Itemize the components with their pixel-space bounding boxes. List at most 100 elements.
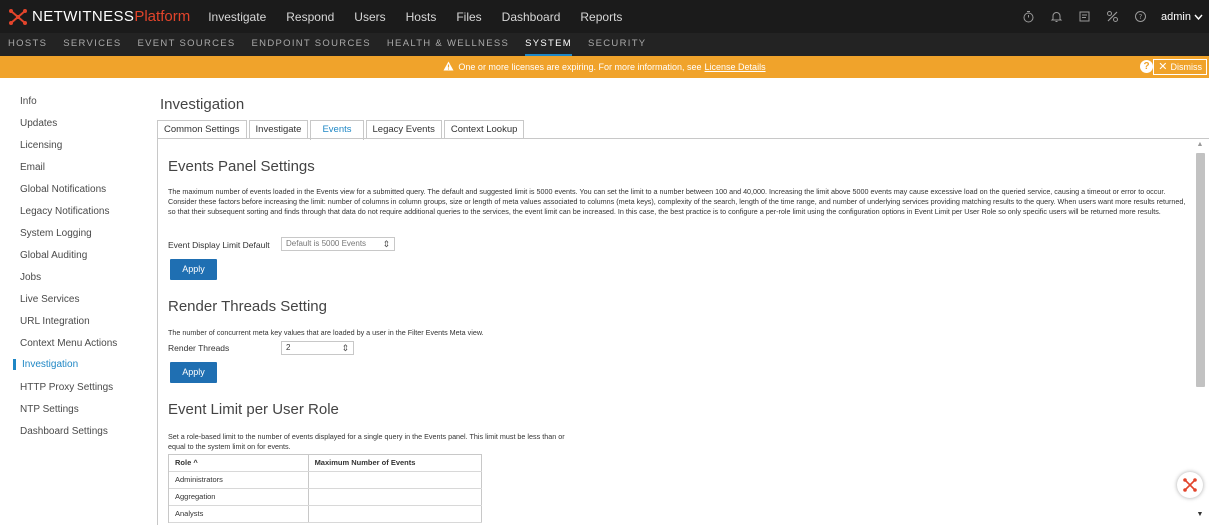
notes-icon[interactable] bbox=[1077, 10, 1091, 24]
events-tab-panel: Events Panel Settings The maximum number… bbox=[157, 138, 1209, 525]
sidebar-item-legacy-notifications[interactable]: Legacy Notifications bbox=[20, 206, 110, 217]
sidebar-item-investigation[interactable]: Investigation bbox=[13, 359, 78, 370]
event-limit-per-role-heading: Event Limit per User Role bbox=[168, 401, 339, 418]
user-menu[interactable]: admin bbox=[1161, 11, 1203, 23]
system-sidebar: Info Updates Licensing Email Global Noti… bbox=[0, 78, 145, 525]
settings-tabs: Common Settings Investigate Events Legac… bbox=[157, 120, 526, 140]
main-content: Investigation Common Settings Investigat… bbox=[145, 78, 1209, 525]
sidebar-item-info[interactable]: Info bbox=[20, 96, 37, 107]
render-threads-value: 2 bbox=[286, 343, 291, 352]
nav-investigate[interactable]: Investigate bbox=[208, 10, 266, 24]
subnav-event-sources[interactable]: EVENT SOURCES bbox=[138, 33, 236, 56]
nav-users[interactable]: Users bbox=[354, 10, 385, 24]
sidebar-item-licensing[interactable]: Licensing bbox=[20, 140, 62, 151]
sidebar-item-url-integration[interactable]: URL Integration bbox=[20, 316, 90, 327]
event-display-limit-placeholder: Default is 5000 Events bbox=[286, 239, 367, 248]
apply-render-threads-button[interactable]: Apply bbox=[170, 362, 217, 383]
sidebar-item-dashboard-settings[interactable]: Dashboard Settings bbox=[20, 426, 108, 437]
role-name: Administrators bbox=[169, 472, 309, 488]
license-details-link[interactable]: License Details bbox=[705, 62, 766, 72]
tab-legacy-events[interactable]: Legacy Events bbox=[365, 120, 442, 139]
render-threads-label: Render Threads bbox=[168, 343, 230, 353]
panel-scrollbar[interactable]: ▲ ▼ bbox=[1195, 139, 1205, 523]
subnav-system[interactable]: SYSTEM bbox=[525, 33, 572, 56]
bell-icon[interactable] bbox=[1049, 10, 1063, 24]
max-events-cell[interactable] bbox=[309, 489, 482, 505]
chevron-down-icon bbox=[1194, 11, 1203, 23]
event-limit-description: Set a role-based limit to the number of … bbox=[168, 432, 565, 451]
max-events-cell[interactable] bbox=[309, 472, 482, 488]
page-title: Investigation bbox=[160, 96, 245, 113]
max-events-cell[interactable] bbox=[309, 506, 482, 522]
netwitness-logo-icon bbox=[8, 8, 28, 26]
tools-icon[interactable] bbox=[1105, 10, 1119, 24]
nav-reports[interactable]: Reports bbox=[580, 10, 622, 24]
subnav-security[interactable]: SECURITY bbox=[588, 33, 646, 56]
close-icon: ✕ bbox=[1158, 61, 1168, 73]
render-threads-heading: Render Threads Setting bbox=[168, 298, 327, 315]
timer-icon[interactable] bbox=[1021, 10, 1035, 24]
netwitness-logo[interactable]: NETWITNESS Platform bbox=[0, 0, 208, 33]
sidebar-item-ntp-settings[interactable]: NTP Settings bbox=[20, 404, 79, 415]
admin-sub-navigation: HOSTS SERVICES EVENT SOURCES ENDPOINT SO… bbox=[0, 33, 1209, 56]
brand-platform: Platform bbox=[134, 8, 191, 25]
nav-files[interactable]: Files bbox=[456, 10, 481, 24]
spinner-icon: ⇕ bbox=[341, 343, 349, 353]
license-warning-banner: One or more licenses are expiring. For m… bbox=[0, 56, 1209, 78]
table-row[interactable]: Aggregation bbox=[169, 489, 482, 506]
render-threads-input[interactable]: 2 ⇕ bbox=[281, 341, 354, 355]
sidebar-item-updates[interactable]: Updates bbox=[20, 118, 57, 129]
sidebar-item-system-logging[interactable]: System Logging bbox=[20, 228, 92, 239]
table-row[interactable]: Administrators bbox=[169, 472, 482, 489]
spinner-icon: ⇕ bbox=[382, 239, 390, 249]
sidebar-item-global-auditing[interactable]: Global Auditing bbox=[20, 250, 87, 261]
dismiss-button[interactable]: ✕ Dismiss bbox=[1153, 59, 1207, 75]
sidebar-item-live-services[interactable]: Live Services bbox=[20, 294, 79, 305]
top-right-tools: ? admin bbox=[1021, 0, 1203, 33]
main-nav: Investigate Respond Users Hosts Files Da… bbox=[208, 10, 642, 24]
scroll-up-arrow-icon[interactable]: ▲ bbox=[1195, 141, 1205, 151]
nav-dashboard[interactable]: Dashboard bbox=[502, 10, 561, 24]
nav-respond[interactable]: Respond bbox=[286, 10, 334, 24]
subnav-hosts[interactable]: HOSTS bbox=[8, 33, 47, 56]
subnav-health-wellness[interactable]: HEALTH & WELLNESS bbox=[387, 33, 509, 56]
scroll-down-arrow-icon[interactable]: ▼ bbox=[1195, 511, 1205, 521]
netwitness-logo-icon bbox=[1183, 478, 1197, 492]
warning-icon bbox=[443, 61, 454, 74]
user-name: admin bbox=[1161, 10, 1191, 23]
events-panel-settings-heading: Events Panel Settings bbox=[168, 158, 315, 175]
column-max-events[interactable]: Maximum Number of Events bbox=[309, 455, 482, 471]
top-navigation-bar: NETWITNESS Platform Investigate Respond … bbox=[0, 0, 1209, 33]
event-display-limit-input[interactable]: Default is 5000 Events ⇕ bbox=[281, 237, 395, 251]
tab-investigate[interactable]: Investigate bbox=[248, 120, 309, 139]
tab-common-settings[interactable]: Common Settings bbox=[157, 120, 247, 139]
render-threads-description: The number of concurrent meta key values… bbox=[168, 328, 484, 337]
role-limit-table: Role ^ Maximum Number of Events Administ… bbox=[168, 454, 482, 523]
sidebar-item-global-notifications[interactable]: Global Notifications bbox=[20, 184, 106, 195]
svg-text:?: ? bbox=[1138, 13, 1142, 21]
subnav-endpoint-sources[interactable]: ENDPOINT SOURCES bbox=[252, 33, 371, 56]
banner-message: One or more licenses are expiring. For m… bbox=[0, 56, 1209, 78]
apply-events-limit-button[interactable]: Apply bbox=[170, 259, 217, 280]
table-row[interactable]: Analysts bbox=[169, 506, 482, 523]
tab-context-lookup[interactable]: Context Lookup bbox=[443, 120, 525, 139]
event-display-limit-label: Event Display Limit Default bbox=[168, 240, 270, 250]
banner-help-icon[interactable]: ? bbox=[1140, 60, 1153, 73]
sidebar-item-email[interactable]: Email bbox=[20, 162, 45, 173]
tab-events[interactable]: Events bbox=[310, 120, 364, 140]
banner-text: One or more licenses are expiring. For m… bbox=[458, 62, 702, 72]
role-name: Aggregation bbox=[169, 489, 309, 505]
sidebar-item-jobs[interactable]: Jobs bbox=[20, 272, 41, 283]
column-role[interactable]: Role ^ bbox=[169, 455, 309, 471]
role-name: Analysts bbox=[169, 506, 309, 522]
sidebar-item-context-menu-actions[interactable]: Context Menu Actions bbox=[20, 338, 117, 349]
events-panel-description: The maximum number of events loaded in t… bbox=[168, 187, 1186, 216]
table-header-row: Role ^ Maximum Number of Events bbox=[169, 455, 482, 472]
sidebar-item-http-proxy-settings[interactable]: HTTP Proxy Settings bbox=[20, 382, 113, 393]
brand-name: NETWITNESS bbox=[32, 8, 135, 25]
subnav-services[interactable]: SERVICES bbox=[63, 33, 121, 56]
scrollbar-thumb[interactable] bbox=[1196, 153, 1205, 387]
netwitness-assistant-button[interactable] bbox=[1177, 472, 1203, 498]
nav-hosts[interactable]: Hosts bbox=[406, 10, 437, 24]
help-icon[interactable]: ? bbox=[1133, 10, 1147, 24]
